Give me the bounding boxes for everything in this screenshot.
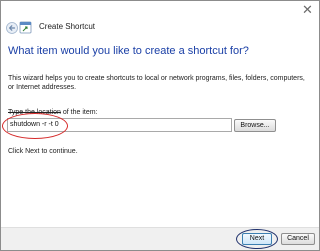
browse-button[interactable]: Browse... — [234, 119, 276, 132]
close-icon[interactable]: ✕ — [299, 2, 316, 17]
location-label-struck: Type the location — [8, 109, 61, 116]
location-field-label: Type the location of the item: — [8, 109, 98, 116]
back-arrow-icon[interactable] — [6, 22, 18, 34]
shortcut-app-icon — [19, 21, 32, 34]
page-heading: What item would you like to create a sho… — [8, 45, 249, 57]
wizard-description: This wizard helps you to create shortcut… — [8, 75, 305, 91]
continue-hint: Click Next to continue. — [8, 148, 78, 155]
next-button[interactable]: Next — [242, 233, 272, 245]
cancel-button[interactable]: Cancel — [281, 233, 315, 245]
location-input[interactable]: shutdown -r -t 0 — [7, 118, 232, 132]
create-shortcut-window: ✕ Create Shortcut What item would you li… — [0, 0, 320, 251]
location-label-rest: of the item: — [60, 109, 98, 116]
window-title: Create Shortcut — [39, 22, 96, 31]
title-bar: Create Shortcut — [1, 18, 319, 37]
